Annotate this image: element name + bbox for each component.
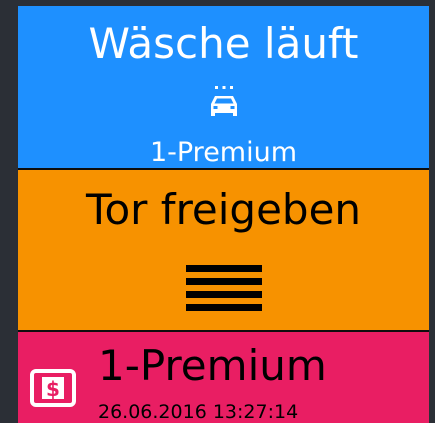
last-program-name: 1-Premium	[98, 341, 327, 390]
release-gate-button[interactable]: Tor freigeben	[18, 170, 429, 330]
svg-text:$: $	[46, 377, 60, 401]
release-gate-label: Tor freigeben	[85, 185, 362, 234]
car-wash-icon	[210, 86, 237, 116]
last-purchase-tile[interactable]: $ 1-Premium 26.06.2016 13:27:14	[18, 332, 429, 423]
wash-program-label: 1-Premium	[149, 137, 298, 168]
dollar-receipt-icon: $	[30, 369, 76, 407]
wash-status-tile: Wäsche läuft 1-Premium	[18, 6, 429, 168]
menu-icon	[185, 265, 262, 325]
wash-status-title: Wäsche läuft	[88, 19, 359, 68]
last-program-timestamp: 26.06.2016 13:27:14	[98, 401, 299, 423]
